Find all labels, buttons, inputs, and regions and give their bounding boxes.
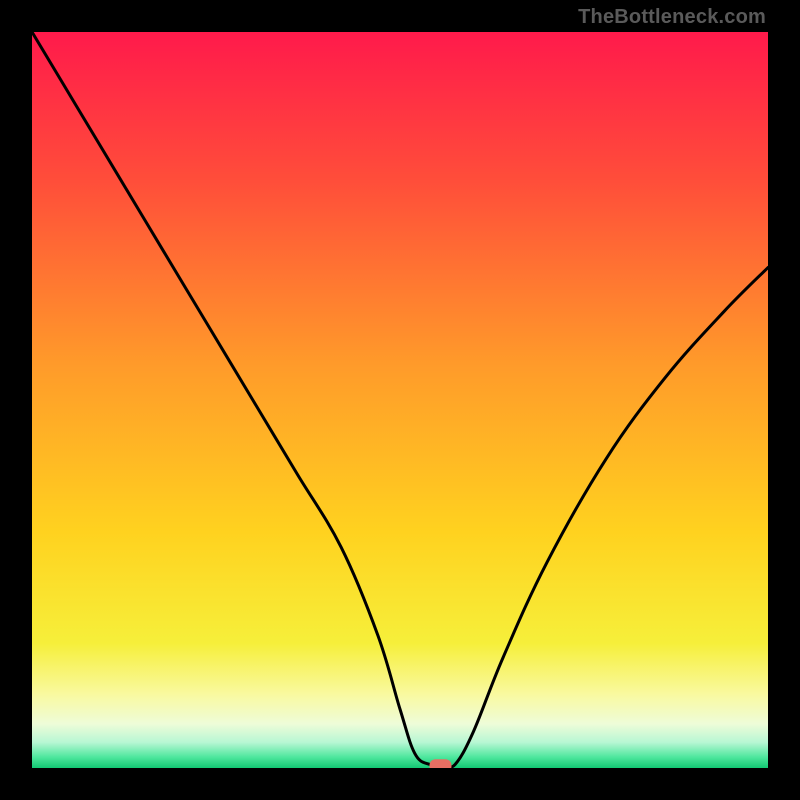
gradient-background [32,32,768,768]
watermark-text: TheBottleneck.com [578,6,766,29]
plot-area [32,32,768,768]
chart-frame: TheBottleneck.com [0,0,800,800]
chart-svg [32,32,768,768]
optimal-marker [429,759,451,768]
